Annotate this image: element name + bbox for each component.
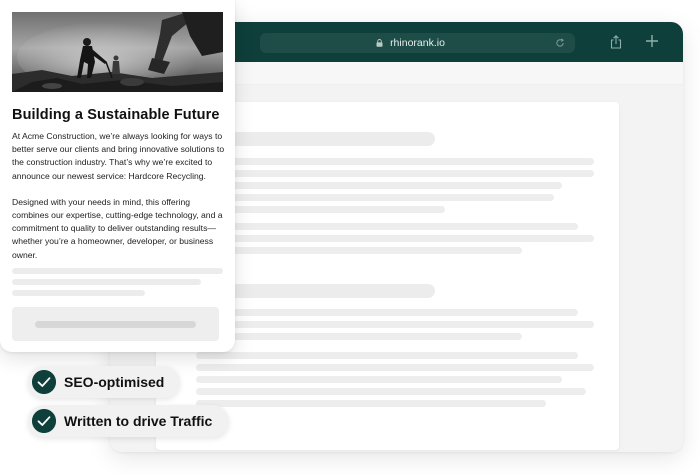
placeholder-line <box>229 194 554 201</box>
placeholder-line <box>12 279 201 285</box>
placeholder-line <box>12 290 145 296</box>
url-text: rhinorank.io <box>390 37 445 49</box>
share-icon[interactable] <box>610 35 622 49</box>
construction-photo <box>12 12 223 92</box>
check-icon <box>32 370 56 394</box>
placeholder-line <box>229 309 578 316</box>
placeholder-heading <box>229 132 435 146</box>
placeholder-line <box>196 400 546 407</box>
placeholder-button-label <box>35 321 196 328</box>
placeholder-line <box>229 223 578 230</box>
placeholder-line <box>12 268 223 274</box>
placeholder-line <box>229 235 594 242</box>
badge-label: Written to drive Traffic <box>64 413 213 429</box>
placeholder-line <box>196 352 578 359</box>
article-body: At Acme Construction, we’re always looki… <box>12 130 228 275</box>
article-title: Building a Sustainable Future <box>12 107 220 123</box>
check-icon <box>32 409 56 433</box>
article-card: Building a Sustainable Future At Acme Co… <box>0 0 235 352</box>
placeholder-line <box>196 376 562 383</box>
badge-seo-optimised: SEO-optimised <box>28 366 180 398</box>
placeholder-line <box>196 364 594 371</box>
plus-icon[interactable] <box>645 34 659 48</box>
address-bar[interactable]: rhinorank.io <box>260 33 575 53</box>
placeholder-line <box>229 247 522 254</box>
badge-drive-traffic: Written to drive Traffic <box>28 405 229 437</box>
placeholder-line <box>196 388 586 395</box>
placeholder-line <box>229 182 562 189</box>
article-paragraph: At Acme Construction, we’re always looki… <box>12 131 225 181</box>
placeholder-line <box>229 206 445 213</box>
reload-icon[interactable] <box>555 38 565 48</box>
badge-label: SEO-optimised <box>64 374 165 390</box>
placeholder-button[interactable] <box>12 307 219 341</box>
placeholder-heading <box>229 284 435 298</box>
placeholder-line <box>229 333 522 340</box>
placeholder-line <box>229 158 594 165</box>
placeholder-line <box>229 321 594 328</box>
placeholder-line <box>229 170 594 177</box>
article-paragraph: Designed with your needs in mind, this o… <box>12 196 223 260</box>
